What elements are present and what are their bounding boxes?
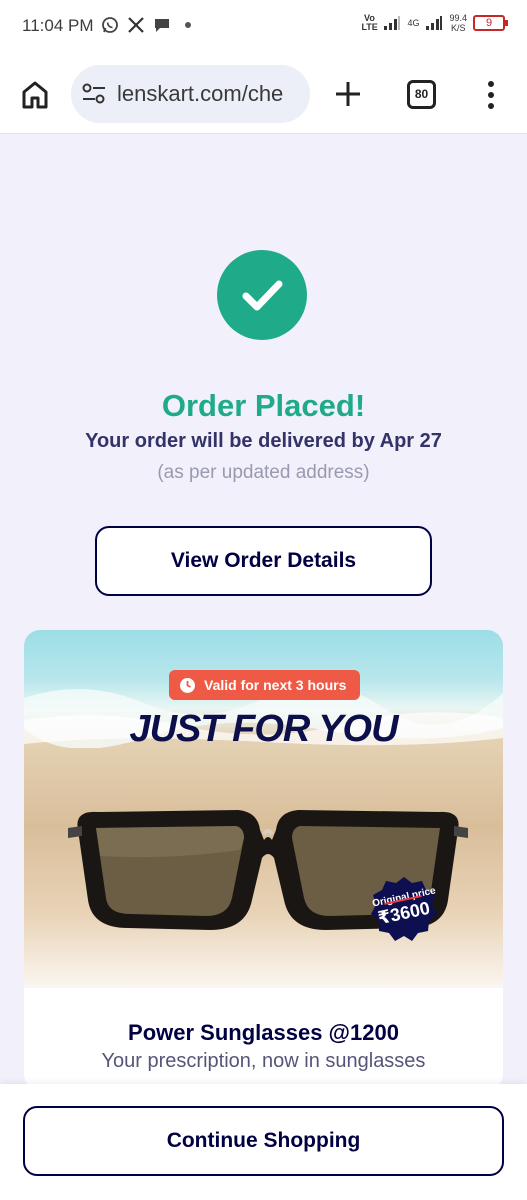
- status-time: 11:04 PM: [22, 16, 94, 35]
- continue-shopping-button[interactable]: Continue Shopping: [23, 1106, 504, 1176]
- success-check-icon: [217, 250, 307, 340]
- home-icon: [22, 81, 48, 109]
- site-settings-icon[interactable]: [81, 83, 107, 105]
- delivery-date-text: Your order will be delivered by Apr 27: [85, 430, 442, 452]
- promo-banner[interactable]: Valid for next 3 hours JUST FOR YOU Orig…: [24, 630, 503, 988]
- browser-menu-button[interactable]: [484, 80, 498, 110]
- signal-icon-2: [426, 16, 443, 30]
- signal-icon: [384, 16, 401, 30]
- browser-toolbar: lenskart.com/che 80: [0, 56, 527, 134]
- address-bar[interactable]: lenskart.com/che: [71, 65, 310, 123]
- tab-switcher-button[interactable]: 80: [407, 80, 436, 109]
- battery-icon: 9: [473, 15, 508, 31]
- data-type: 4G: [407, 18, 420, 28]
- validity-badge: Valid for next 3 hours: [169, 670, 361, 700]
- new-tab-button[interactable]: [333, 79, 363, 109]
- net-speed-value: 99.4: [449, 13, 467, 23]
- more-vert-icon: [488, 81, 494, 109]
- validity-text: Valid for next 3 hours: [204, 677, 347, 693]
- original-price-badge: Original price ₹3600: [370, 875, 438, 943]
- address-note: (as per updated address): [157, 462, 370, 483]
- clock-icon: [180, 677, 195, 693]
- notification-icons: [100, 15, 198, 35]
- net-speed: 99.4 K/S: [449, 13, 467, 33]
- dot-icon: [178, 15, 198, 35]
- promo-card[interactable]: Valid for next 3 hours JUST FOR YOU Orig…: [24, 630, 503, 1090]
- chat-icon: [152, 15, 172, 35]
- view-order-details-button[interactable]: View Order Details: [95, 526, 432, 596]
- home-button[interactable]: [18, 78, 52, 112]
- whatsapp-icon: [100, 15, 120, 35]
- promo-title: Power Sunglasses @1200: [128, 1020, 399, 1045]
- promo-headline: JUST FOR YOU: [129, 708, 398, 750]
- x-icon: [126, 15, 146, 35]
- order-placed-title: Order Placed!: [161, 388, 366, 423]
- url-text[interactable]: lenskart.com/che: [117, 81, 283, 107]
- net-speed-unit: K/S: [450, 23, 466, 33]
- status-bar: 11:04 PM Vo LTE 4G 99.4 K/S 9: [0, 0, 527, 56]
- promo-subtitle: Your prescription, now in sunglasses: [101, 1050, 426, 1072]
- plus-icon: [336, 82, 360, 106]
- system-status: Vo LTE 4G 99.4 K/S 9: [361, 13, 508, 33]
- volte-label: Vo LTE: [361, 13, 378, 32]
